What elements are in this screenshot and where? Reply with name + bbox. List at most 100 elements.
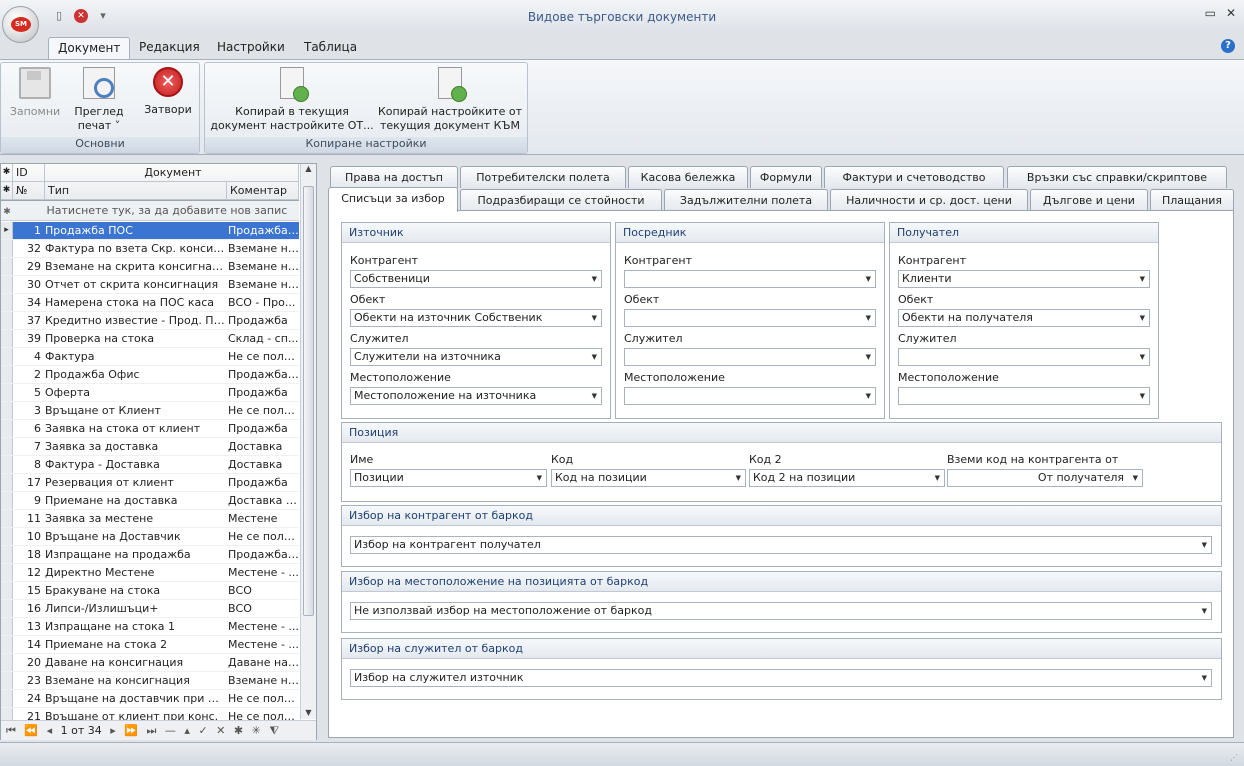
row-indicator[interactable] xyxy=(1,456,13,473)
row-indicator[interactable] xyxy=(1,546,13,563)
column-type[interactable]: Тип xyxy=(45,182,227,200)
tab-payments[interactable]: Плащания xyxy=(1150,189,1234,211)
recipient-location-combo[interactable]: ▼ xyxy=(898,387,1150,405)
table-row[interactable]: 12 Директно Местене Местене - ... xyxy=(1,564,299,582)
cell-comment[interactable]: Вземане на... xyxy=(227,276,299,293)
cell-id[interactable]: 34 xyxy=(13,294,43,311)
ribbon-tab-table[interactable]: Таблица xyxy=(295,37,366,60)
row-indicator[interactable] xyxy=(1,582,13,599)
cell-type[interactable]: Връщане на Доставчик xyxy=(45,528,225,545)
row-indicator[interactable] xyxy=(1,366,13,383)
tab-receipt[interactable]: Касова бележка xyxy=(628,166,748,188)
cell-comment[interactable]: ВСО - Про... xyxy=(227,294,299,311)
table-row[interactable]: 10 Връщане на Доставчик Не се полз... xyxy=(1,528,299,546)
cell-comment[interactable]: Местене - ... xyxy=(227,564,299,581)
cell-comment[interactable]: Вземане на... xyxy=(227,240,299,257)
edit-icon[interactable]: ✳ xyxy=(252,721,261,740)
cell-type[interactable]: Фактура по взета Скр. консигн. xyxy=(45,240,225,257)
ribbon-tab-settings[interactable]: Настройки xyxy=(208,37,294,60)
table-row[interactable]: 5 Оферта Продажба xyxy=(1,384,299,402)
cell-type[interactable]: Директно Местене xyxy=(45,564,225,581)
table-row[interactable]: 24 Връщане на доставчик при конс. Не се по… xyxy=(1,690,299,708)
table-row[interactable]: 8 Фактура - Доставка Доставка xyxy=(1,456,299,474)
table-row[interactable]: ▸ 1 Продажба ПОС Продажба ... xyxy=(1,222,299,240)
cell-type[interactable]: Отчет от скрита консигнация xyxy=(45,276,225,293)
table-row[interactable]: 34 Намерена стока на ПОС каса ВСО - Про... xyxy=(1,294,299,312)
row-indicator[interactable] xyxy=(1,528,13,545)
cell-type[interactable]: Проверка на стока xyxy=(45,330,225,347)
delete-record-icon[interactable]: — xyxy=(165,721,176,740)
close-button[interactable]: ✕ Затвори xyxy=(139,67,197,117)
source-object-combo[interactable]: Обекти на източник Собственик ▼ xyxy=(350,309,602,327)
row-indicator[interactable] xyxy=(1,330,13,347)
ribbon-tab-document[interactable]: Документ xyxy=(48,37,131,60)
table-row[interactable]: 11 Заявка за местене Местене xyxy=(1,510,299,528)
row-indicator[interactable] xyxy=(1,564,13,581)
cell-id[interactable]: 5 xyxy=(13,384,43,401)
cell-type[interactable]: Връщане от клиент при конс. xyxy=(45,708,225,720)
scroll-up-icon[interactable]: ▲ xyxy=(301,164,316,173)
insert-icon[interactable]: ✱ xyxy=(234,721,243,740)
tab-access-rights[interactable]: Права на достъп xyxy=(330,166,458,188)
cancel-icon[interactable]: ✕ xyxy=(216,721,225,740)
scroll-down-icon[interactable]: ▼ xyxy=(301,708,316,717)
cell-id[interactable]: 7 xyxy=(13,438,43,455)
row-indicator[interactable] xyxy=(1,348,13,365)
row-indicator[interactable] xyxy=(1,690,13,707)
table-row[interactable]: 17 Резервация от клиент Продажба xyxy=(1,474,299,492)
cell-comment[interactable]: Местене - ... xyxy=(227,618,299,635)
copy-settings-to-button[interactable]: Копирай настройките от текущия документ … xyxy=(377,67,523,133)
cell-comment[interactable]: ВСО xyxy=(227,582,299,599)
cell-type[interactable]: Оферта xyxy=(45,384,225,401)
cell-comment[interactable]: Доставка xyxy=(227,456,299,473)
table-row[interactable]: 4 Фактура Не се полз... xyxy=(1,348,299,366)
application-menu-button[interactable]: SM xyxy=(2,6,39,43)
cell-comment[interactable]: Доставка xyxy=(227,438,299,455)
minimize-icon[interactable]: ▭ xyxy=(1205,6,1216,20)
tab-default-values[interactable]: Подразбиращи се стойности xyxy=(460,189,662,211)
tab-formulas[interactable]: Формули xyxy=(750,166,822,188)
cell-comment[interactable]: Продажба ... xyxy=(227,546,299,563)
prev-record-icon[interactable]: ◂ xyxy=(47,721,53,740)
cell-id[interactable]: 4 xyxy=(13,348,43,365)
intermediary-partner-combo[interactable]: ▼ xyxy=(624,270,876,288)
cell-type[interactable]: Връщане от Клиент xyxy=(45,402,225,419)
table-row[interactable]: 37 Кредитно известие - Прод. ПОС Продажба xyxy=(1,312,299,330)
intermediary-location-combo[interactable]: ▼ xyxy=(624,387,876,405)
cell-type[interactable]: Вземане на скрита консигнация xyxy=(45,258,225,275)
row-indicator[interactable] xyxy=(1,492,13,509)
copy-settings-from-button[interactable]: Копирай в текущия документ настройките О… xyxy=(209,67,375,133)
cell-type[interactable]: Фактура - Доставка xyxy=(45,456,225,473)
append-record-icon[interactable]: ▴ xyxy=(184,721,190,740)
table-row[interactable]: 2 Продажба Офис Продажба ... xyxy=(1,366,299,384)
cell-id[interactable]: 18 xyxy=(13,546,43,563)
table-row[interactable]: 6 Заявка на стока от клиент Продажба xyxy=(1,420,299,438)
partner-code-source-combo[interactable]: От получателя ▼ xyxy=(947,469,1143,487)
row-indicator[interactable] xyxy=(1,636,13,653)
tab-selection-lists[interactable]: Списъци за избор xyxy=(328,187,458,212)
tab-invoices[interactable]: Фактури и счетоводство xyxy=(824,166,1004,188)
row-indicator[interactable] xyxy=(1,384,13,401)
cell-id[interactable]: 37 xyxy=(13,312,43,329)
cell-comment[interactable]: Продажба xyxy=(227,420,299,437)
cell-comment[interactable]: Не се полз... xyxy=(227,708,299,720)
barcode-employee-combo[interactable]: Избор на служител източник ▼ xyxy=(350,669,1212,687)
cell-comment[interactable]: Не се полз... xyxy=(227,402,299,419)
table-row[interactable]: 18 Изпращане на продажба Продажба ... xyxy=(1,546,299,564)
row-indicator[interactable]: ▸ xyxy=(1,222,13,239)
cell-id[interactable]: 29 xyxy=(13,258,43,275)
row-indicator[interactable] xyxy=(1,474,13,491)
row-indicator[interactable] xyxy=(1,708,13,720)
cell-id[interactable]: 11 xyxy=(13,510,43,527)
table-row[interactable]: 30 Отчет от скрита консигнация Вземане на.… xyxy=(1,276,299,294)
cell-type[interactable]: Приемане на доставка xyxy=(45,492,225,509)
prev-page-icon[interactable]: ⏪ xyxy=(24,721,38,740)
first-page-icon[interactable]: ⏮ xyxy=(6,721,16,740)
table-row[interactable]: 14 Приемане на стока 2 Местене - ... xyxy=(1,636,299,654)
recipient-partner-combo[interactable]: Клиенти ▼ xyxy=(898,270,1150,288)
cell-type[interactable]: Резервация от клиент xyxy=(45,474,225,491)
table-row[interactable]: 21 Връщане от клиент при конс. Не се полз.… xyxy=(1,708,299,720)
cell-type[interactable]: Фактура xyxy=(45,348,225,365)
cell-id[interactable]: 39 xyxy=(13,330,43,347)
row-indicator[interactable] xyxy=(1,402,13,419)
